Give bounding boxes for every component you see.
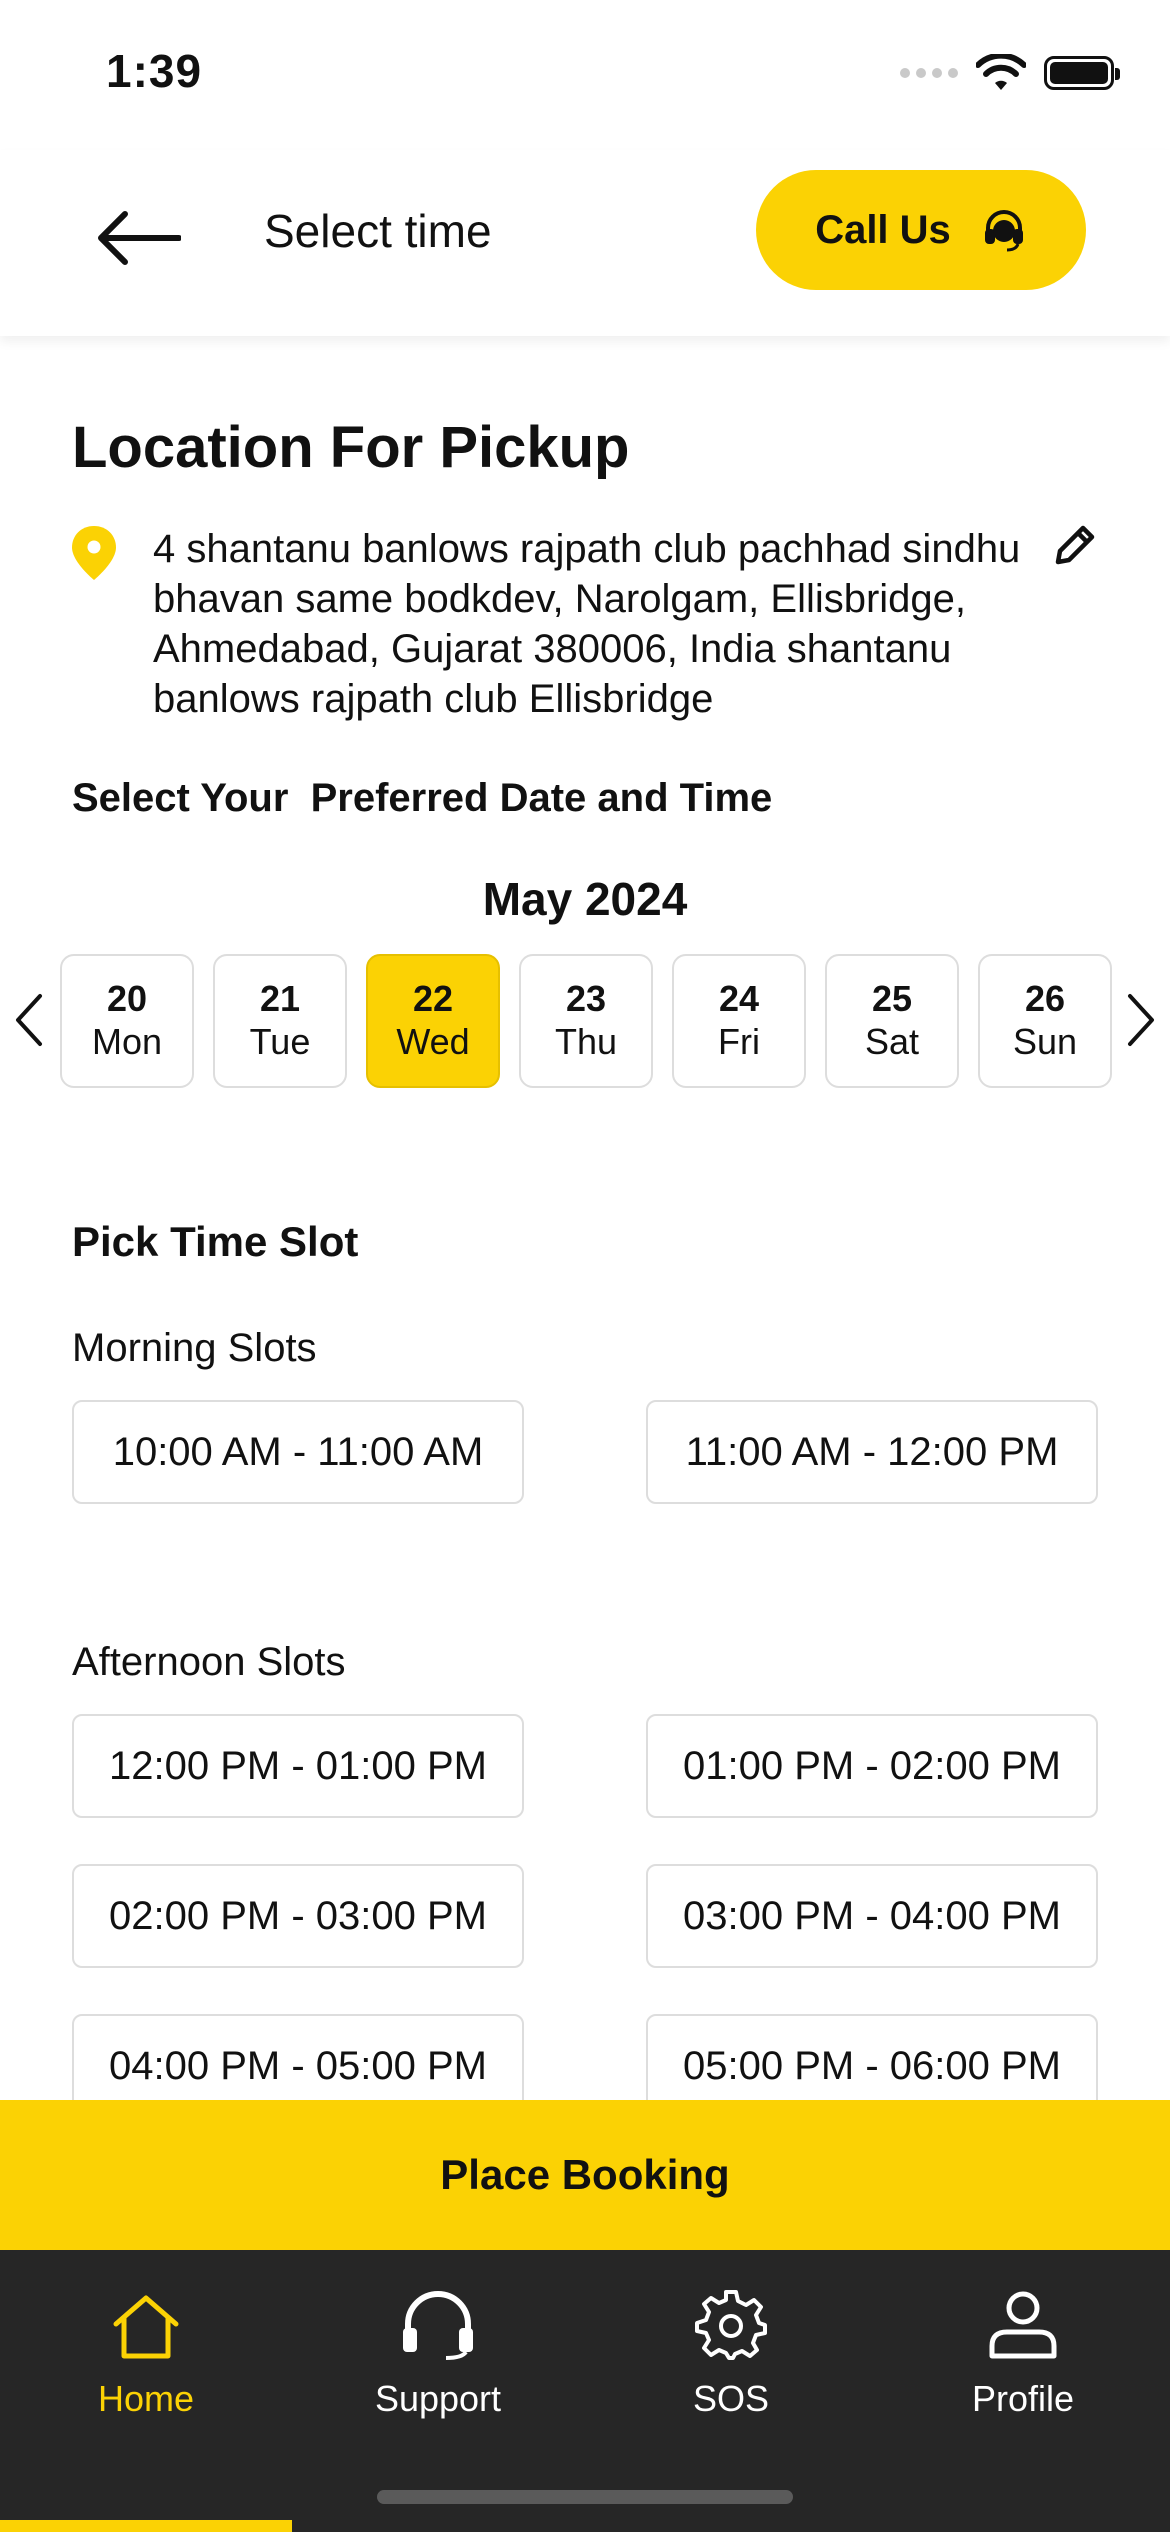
date-weekday: Sun bbox=[1012, 1021, 1078, 1062]
time-slot-button[interactable]: 02:00 PM - 03:00 PM bbox=[72, 1864, 524, 1968]
time-slot-button[interactable]: 01:00 PM - 02:00 PM bbox=[646, 1714, 1098, 1818]
nav-item-profile[interactable]: Profile bbox=[877, 2280, 1169, 2460]
date-weekday: Thu bbox=[554, 1021, 618, 1062]
time-slot-button[interactable]: 12:00 PM - 01:00 PM bbox=[72, 1714, 524, 1818]
nav-item-support[interactable]: Support bbox=[292, 2280, 584, 2460]
morning-slots-label: Morning Slots bbox=[72, 1326, 317, 1370]
page-title: Select time bbox=[264, 205, 492, 257]
nav-label-profile: Profile bbox=[971, 2378, 1075, 2419]
user-icon bbox=[989, 2291, 1057, 2359]
previous-dates-button[interactable] bbox=[6, 985, 52, 1055]
date-number: 21 bbox=[259, 978, 301, 1019]
nav-label-sos: SOS bbox=[692, 2378, 770, 2419]
date-weekday: Fri bbox=[718, 1021, 760, 1062]
date-number: 24 bbox=[718, 978, 760, 1019]
month-label: May 2024 bbox=[482, 873, 688, 925]
headset-icon bbox=[403, 2291, 473, 2360]
status-time: 1:39 bbox=[106, 45, 203, 97]
chevron-left-icon bbox=[16, 994, 42, 1046]
date-weekday: Wed bbox=[396, 1021, 470, 1062]
date-number: 20 bbox=[106, 978, 148, 1019]
wifi-icon bbox=[976, 54, 1026, 90]
edit-pencil-icon[interactable] bbox=[1050, 520, 1100, 570]
date-number: 26 bbox=[1024, 978, 1066, 1019]
home-indicator bbox=[377, 2490, 793, 2504]
date-number: 23 bbox=[565, 978, 607, 1019]
date-card-25[interactable]: 25 Sat bbox=[825, 954, 959, 1088]
headset-icon bbox=[984, 210, 1023, 252]
time-slot-button[interactable]: 11:00 AM - 12:00 PM bbox=[646, 1400, 1098, 1504]
call-us-label: Call Us bbox=[815, 207, 951, 252]
date-card-24[interactable]: 24 Fri bbox=[672, 954, 806, 1088]
date-card-20[interactable]: 20 Mon bbox=[60, 954, 194, 1088]
status-bar: 1:39 bbox=[0, 0, 1170, 150]
home-icon bbox=[113, 2295, 179, 2359]
date-number: 22 bbox=[412, 978, 454, 1019]
battery-icon bbox=[1044, 56, 1120, 90]
chevron-right-icon bbox=[1128, 994, 1154, 1046]
nav-label-home: Home bbox=[97, 2378, 195, 2419]
nav-item-home[interactable]: Home bbox=[0, 2280, 292, 2460]
date-weekday: Tue bbox=[249, 1021, 311, 1062]
date-weekday: Mon bbox=[91, 1021, 163, 1062]
arrow-left-icon bbox=[98, 211, 181, 265]
date-card-22-selected[interactable]: 22 Wed bbox=[366, 954, 500, 1088]
nav-label-support: Support bbox=[374, 2378, 502, 2419]
nav-item-sos[interactable]: SOS bbox=[585, 2280, 877, 2460]
pickup-address: 4 shantanu banlows rajpath club pachhad … bbox=[153, 527, 1021, 721]
back-button[interactable] bbox=[90, 198, 186, 278]
time-slot-button[interactable]: 03:00 PM - 04:00 PM bbox=[646, 1864, 1098, 1968]
time-slot-button[interactable]: 10:00 AM - 11:00 AM bbox=[72, 1400, 524, 1504]
time-slot-heading: Pick Time Slot bbox=[72, 1218, 359, 1265]
status-icons bbox=[900, 54, 1120, 92]
active-tab-indicator bbox=[0, 2520, 292, 2532]
afternoon-slots-label: Afternoon Slots bbox=[72, 1640, 346, 1684]
date-time-prompt: Select Your Preferred Date and Time bbox=[72, 776, 773, 820]
gear-icon bbox=[695, 2290, 767, 2360]
date-card-26[interactable]: 26 Sun bbox=[978, 954, 1112, 1088]
date-card-21[interactable]: 21 Tue bbox=[213, 954, 347, 1088]
next-dates-button[interactable] bbox=[1118, 985, 1164, 1055]
date-strip: 20 Mon 21 Tue 22 Wed 23 Thu 24 Fri 25 Sat 26 Su… bbox=[60, 954, 1112, 1088]
date-number: 25 bbox=[871, 978, 913, 1019]
location-pin-icon bbox=[72, 526, 116, 580]
call-us-button[interactable]: Call Us bbox=[756, 170, 1086, 290]
date-weekday: Sat bbox=[864, 1021, 920, 1062]
cellular-signal-icon bbox=[900, 68, 958, 78]
date-card-23[interactable]: 23 Thu bbox=[519, 954, 653, 1088]
location-title: Location For Pickup bbox=[72, 415, 630, 480]
place-booking-button[interactable]: Place Booking bbox=[0, 2100, 1170, 2250]
app-header: Select time Call Us bbox=[0, 150, 1170, 336]
